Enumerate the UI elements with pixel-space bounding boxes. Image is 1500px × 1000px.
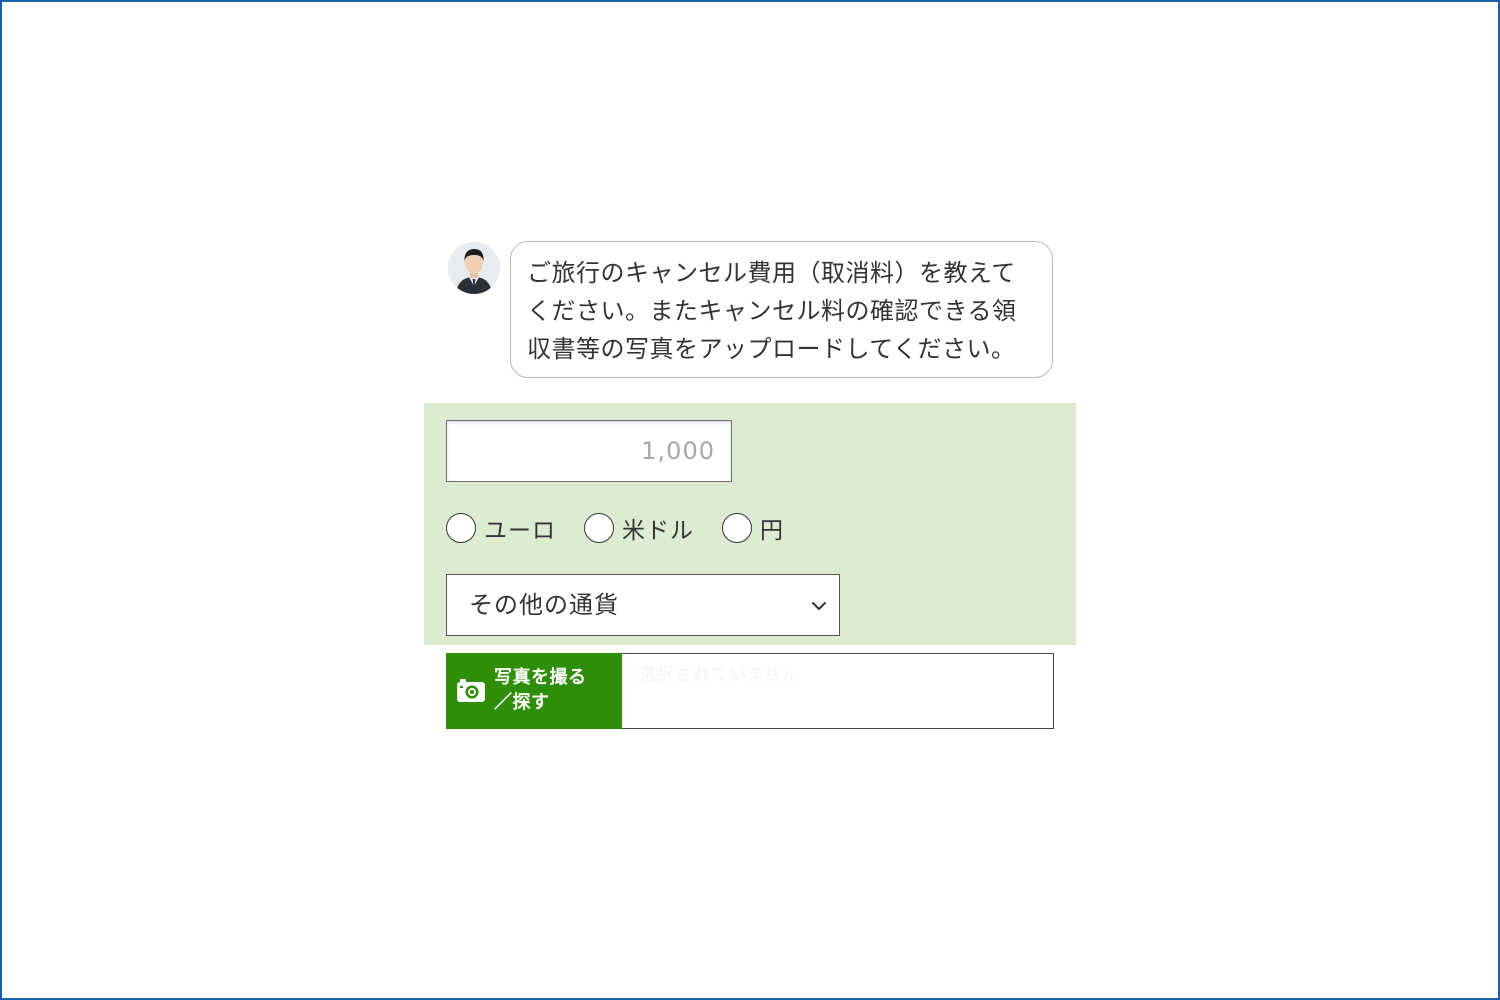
radio-label-yen: 円 [760, 518, 784, 544]
other-currency-select[interactable]: その他の通貨 [446, 574, 840, 636]
radio-label-euro: ユーロ [484, 518, 556, 544]
person-avatar-icon [448, 242, 500, 294]
radio-button-usd[interactable] [584, 513, 614, 543]
radio-button-euro[interactable] [446, 513, 476, 543]
avatar [448, 242, 500, 294]
chat-message-bubble: ご旅行のキャンセル費用（取消料）を教えて ください。またキャンセル料の確認できる… [510, 241, 1053, 378]
radio-option-usd[interactable]: 米ドル [584, 511, 694, 545]
take-photo-button-label: 写真を撮る ／探す [494, 667, 587, 713]
chevron-down-icon [812, 602, 826, 610]
radio-button-yen[interactable] [722, 513, 752, 543]
radio-option-yen[interactable]: 円 [722, 511, 784, 545]
currency-radio-group: ユーロ 米ドル 円 [446, 510, 812, 546]
selected-file-field[interactable]: 選択されていません [625, 654, 1053, 728]
other-currency-select-value: その他の通貨 [469, 591, 619, 619]
camera-icon [457, 679, 485, 702]
amount-input[interactable] [446, 420, 732, 482]
photo-upload-field: 写真を撮る ／探す 選択されていません [446, 653, 1054, 729]
take-photo-button[interactable]: 写真を撮る ／探す [446, 653, 622, 729]
radio-option-euro[interactable]: ユーロ [446, 511, 556, 545]
radio-label-usd: 米ドル [622, 518, 694, 544]
file-status-text: 選択されていません [639, 665, 800, 685]
